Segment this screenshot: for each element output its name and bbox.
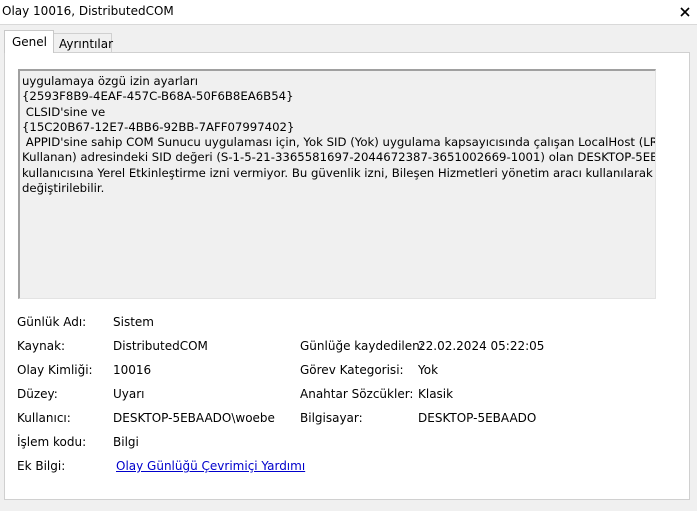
tab-general[interactable]: Genel	[4, 30, 54, 53]
title-bar: Olay 10016, DistributedCOM	[0, 0, 697, 25]
keywords-label: Anahtar Sözcükler:	[300, 387, 414, 401]
online-help-link[interactable]: Olay Günlüğü Çevrimiçi Yardımı	[116, 459, 305, 473]
description-line: değiştirilebilir.	[22, 181, 105, 196]
level-label: Düzey:	[17, 387, 58, 401]
source-value: DistributedCOM	[113, 339, 208, 353]
user-value: DESKTOP-5EBAADO\woebe	[113, 411, 275, 425]
close-button[interactable]	[673, 0, 697, 24]
opcode-label: İşlem kodu:	[17, 435, 87, 449]
tab-general-label: Genel	[12, 35, 48, 49]
more-info-label: Ek Bilgi:	[17, 459, 66, 473]
task-category-label: Görev Kategorisi:	[300, 363, 404, 377]
description-line: uygulamaya özgü izin ayarları	[22, 74, 198, 88]
description-line: kullanıcısına Yerel Etkinleştirme izni v…	[22, 165, 653, 180]
description-line: {2593F8B9-4EAF-457C-B68A-50F6B8EA6B54}	[22, 89, 294, 104]
log-name-label: Günlük Adı:	[17, 315, 87, 329]
description-line: CLSID'sine ve	[22, 104, 106, 119]
keywords-value: Klasik	[418, 387, 454, 401]
logged-label: Günlüğe kaydedilen:	[300, 339, 424, 353]
description-line: Kullanan) adresindeki SID değeri (S-1-5-…	[22, 150, 655, 165]
description-line: APPID'sine sahip COM Sunucu uygulaması i…	[22, 135, 656, 150]
computer-label: Bilgisayar:	[300, 411, 363, 425]
logged-value: 22.02.2024 05:22:05	[418, 339, 545, 353]
tab-details[interactable]: Ayrıntılar	[53, 33, 114, 53]
event-id-label: Olay Kimliği:	[17, 363, 93, 377]
computer-value: DESKTOP-5EBAADO	[418, 411, 537, 425]
event-description[interactable]: uygulamaya özgü izin ayarları {2593F8B9-…	[18, 69, 656, 299]
tab-details-label: Ayrıntılar	[59, 37, 114, 51]
user-label: Kullanıcı:	[17, 411, 71, 425]
opcode-value: Bilgi	[113, 435, 139, 449]
task-category-value: Yok	[418, 363, 439, 377]
description-line: {15C20B67-12E7-4BB6-92BB-7AFF07997402}	[22, 119, 295, 134]
event-id-value: 10016	[113, 363, 152, 377]
level-value: Uyarı	[113, 387, 145, 401]
window-title: Olay 10016, DistributedCOM	[2, 4, 174, 18]
source-label: Kaynak:	[17, 339, 66, 353]
log-name-value: Sistem	[113, 315, 154, 329]
close-icon	[680, 7, 690, 17]
